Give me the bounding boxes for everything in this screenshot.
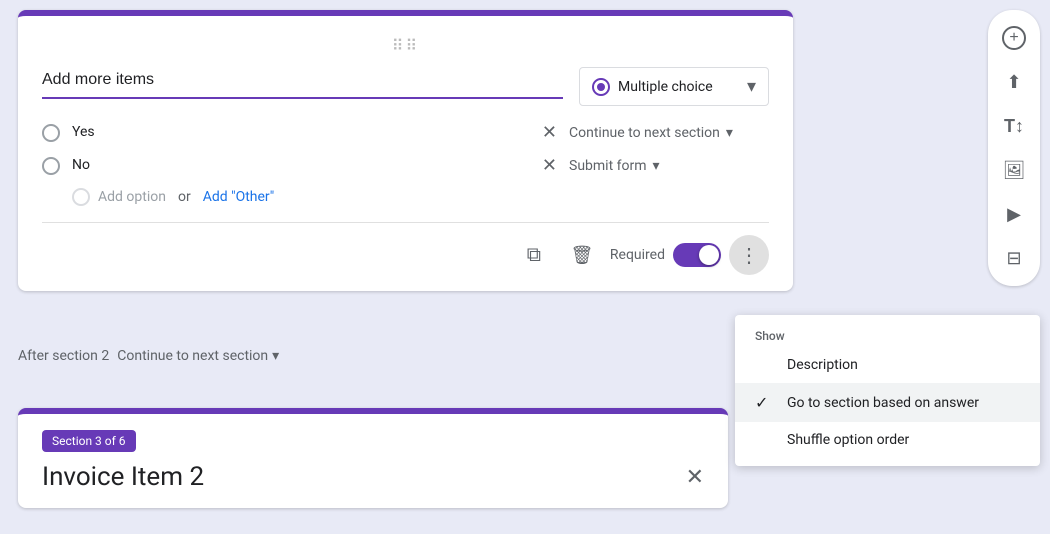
section-value-no: Submit form bbox=[569, 158, 647, 174]
remove-option-yes-icon[interactable]: ✕ bbox=[542, 122, 557, 143]
chevron-no-icon: ▾ bbox=[653, 158, 660, 174]
section-select-no[interactable]: Submit form ▾ bbox=[569, 158, 769, 174]
go-to-section-menu-label: Go to section based on answer bbox=[787, 395, 979, 411]
multiple-choice-icon bbox=[592, 78, 610, 96]
section-nav-value: Continue to next section bbox=[117, 348, 268, 364]
context-menu-shuffle[interactable]: Shuffle option order bbox=[735, 422, 1040, 458]
copy-button[interactable]: ⧉ bbox=[514, 235, 554, 275]
context-menu: Show Description ✓ Go to section based o… bbox=[735, 315, 1040, 466]
add-option-text[interactable]: Add option bbox=[98, 189, 166, 205]
add-question-button[interactable]: + bbox=[994, 18, 1034, 58]
options-section: Yes ✕ Continue to next section ▾ No ✕ Su… bbox=[42, 122, 769, 206]
option-text-yes: Yes bbox=[72, 124, 530, 141]
add-video-button[interactable]: ▶ bbox=[994, 194, 1034, 234]
import-icon: ⬆ bbox=[1006, 72, 1021, 93]
option-row-no: No ✕ Submit form ▾ bbox=[42, 155, 769, 176]
option-radio-yes bbox=[42, 124, 60, 142]
delete-icon: 🗑 bbox=[570, 245, 593, 266]
question-input-wrapper bbox=[42, 67, 563, 99]
add-option-radio bbox=[72, 188, 90, 206]
video-icon: ▶ bbox=[1007, 204, 1021, 225]
text-format-icon: T↕ bbox=[1004, 116, 1024, 137]
delete-button[interactable]: 🗑 bbox=[562, 235, 602, 275]
add-other-link[interactable]: Add "Other" bbox=[203, 189, 275, 205]
section-nav-chevron-icon: ▾ bbox=[272, 348, 279, 364]
drag-handle[interactable]: ⠿⠿ bbox=[42, 36, 769, 55]
more-options-button[interactable]: ⋮ bbox=[729, 235, 769, 275]
context-menu-header: Show bbox=[735, 323, 1040, 347]
required-label: Required bbox=[610, 247, 665, 263]
section3-title: Invoice Item 2 bbox=[42, 462, 204, 492]
option-text-no: No bbox=[72, 157, 530, 174]
section-badge-label: Section 3 of 6 bbox=[42, 430, 136, 452]
section-prefix: After section 2 bbox=[18, 348, 109, 364]
toolbar-divider bbox=[42, 222, 769, 223]
section-select-yes[interactable]: Continue to next section ▾ bbox=[569, 125, 769, 141]
bottom-toolbar: ⧉ 🗑 Required ⋮ bbox=[42, 235, 769, 275]
context-menu-description[interactable]: Description bbox=[735, 347, 1040, 383]
question-type-label: Multiple choice bbox=[618, 79, 739, 95]
right-sidebar: + ⬆ T↕ 🖼 ▶ ⊟ bbox=[988, 10, 1040, 286]
question-card: ⠿⠿ Multiple choice ▾ Yes ✕ Continue to n… bbox=[18, 10, 793, 291]
add-section-button[interactable]: ⊟ bbox=[994, 238, 1034, 278]
section-nav-select[interactable]: Continue to next section ▾ bbox=[117, 348, 279, 364]
chevron-down-icon: ▾ bbox=[747, 76, 756, 97]
add-circle-icon: + bbox=[1002, 26, 1026, 50]
section3-card: Section 3 of 6 Invoice Item 2 ✕ bbox=[18, 408, 728, 508]
question-header-row: Multiple choice ▾ bbox=[42, 67, 769, 106]
required-toggle[interactable] bbox=[673, 243, 721, 267]
or-text: or bbox=[178, 189, 191, 205]
more-icon: ⋮ bbox=[739, 243, 759, 268]
option-radio-no bbox=[42, 157, 60, 175]
section-value-yes: Continue to next section bbox=[569, 125, 720, 141]
chevron-yes-icon: ▾ bbox=[726, 125, 733, 141]
question-type-dropdown[interactable]: Multiple choice ▾ bbox=[579, 67, 769, 106]
option-row-yes: Yes ✕ Continue to next section ▾ bbox=[42, 122, 769, 143]
remove-option-no-icon[interactable]: ✕ bbox=[542, 155, 557, 176]
copy-icon: ⧉ bbox=[527, 244, 541, 267]
close-icon[interactable]: ✕ bbox=[686, 465, 704, 490]
drag-dots-icon: ⠿⠿ bbox=[392, 36, 419, 55]
add-title-button[interactable]: T↕ bbox=[994, 106, 1034, 146]
description-menu-label: Description bbox=[787, 357, 858, 373]
toggle-thumb bbox=[699, 245, 719, 265]
add-image-button[interactable]: 🖼 bbox=[994, 150, 1034, 190]
checkmark-icon: ✓ bbox=[755, 393, 775, 412]
section-icon: ⊟ bbox=[1006, 248, 1021, 269]
toggle-track bbox=[673, 243, 721, 267]
import-questions-button[interactable]: ⬆ bbox=[994, 62, 1034, 102]
shuffle-menu-label: Shuffle option order bbox=[787, 432, 909, 448]
section-navigation-bar: After section 2 Continue to next section… bbox=[18, 340, 728, 372]
question-input[interactable] bbox=[42, 67, 563, 93]
context-menu-go-to-section[interactable]: ✓ Go to section based on answer bbox=[735, 383, 1040, 422]
add-option-row: Add option or Add "Other" bbox=[72, 188, 769, 206]
section3-badge: Section 3 of 6 bbox=[42, 430, 704, 462]
image-icon: 🖼 bbox=[1003, 160, 1026, 181]
